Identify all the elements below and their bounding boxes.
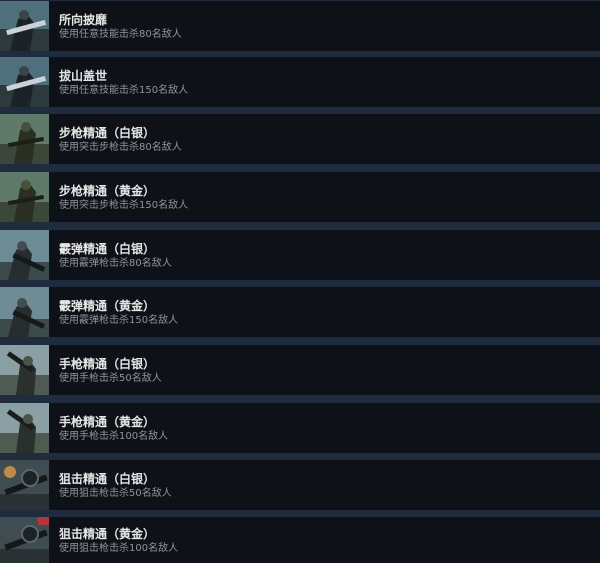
achievement-description: 使用霰弹枪击杀150名敌人 bbox=[59, 314, 179, 326]
achievement-description: 使用手枪击杀100名敌人 bbox=[59, 430, 169, 442]
machine-gunner-icon bbox=[0, 57, 49, 107]
shotgunner-icon bbox=[0, 287, 49, 337]
achievement-row[interactable]: 步枪精通（黄金） 使用突击步枪击杀150名敌人 bbox=[0, 172, 600, 222]
achievement-title: 步枪精通（黄金） bbox=[59, 183, 156, 198]
achievement-title: 狙击精通（黄金） bbox=[59, 526, 156, 541]
achievement-row[interactable]: 拔山盖世 使用任意技能击杀150名敌人 bbox=[0, 57, 600, 107]
achievement-list: 所向披靡 使用任意技能击杀80名敌人 拔山盖世 使用任意技能击杀150名敌人 步… bbox=[0, 0, 600, 563]
achievement-description: 使用狙击枪击杀50名敌人 bbox=[59, 487, 172, 499]
achievement-title: 霰弹精通（黄金） bbox=[59, 298, 156, 313]
achievement-row[interactable]: 霰弹精通（黄金） 使用霰弹枪击杀150名敌人 bbox=[0, 287, 600, 337]
achievement-row[interactable]: 所向披靡 使用任意技能击杀80名敌人 bbox=[0, 1, 600, 51]
achievement-title: 步枪精通（白银） bbox=[59, 125, 156, 140]
achievement-title: 所向披靡 bbox=[59, 12, 108, 27]
achievement-title: 拔山盖世 bbox=[59, 68, 108, 83]
achievement-title: 霰弹精通（白银） bbox=[59, 241, 156, 256]
pistol-soldier-icon bbox=[0, 345, 49, 395]
achievement-description: 使用狙击枪击杀100名敌人 bbox=[59, 542, 179, 554]
sniper-scope-icon bbox=[0, 460, 49, 510]
sniper-scope-icon bbox=[0, 517, 49, 563]
achievement-title: 手枪精通（白银） bbox=[59, 356, 156, 371]
shotgunner-icon bbox=[0, 230, 49, 280]
achievement-row[interactable]: 手枪精通（黄金） 使用手枪击杀100名敌人 bbox=[0, 403, 600, 453]
achievement-row[interactable]: 手枪精通（白银） 使用手枪击杀50名敌人 bbox=[0, 345, 600, 395]
achievement-description: 使用霰弹枪击杀80名敌人 bbox=[59, 257, 172, 269]
achievement-row[interactable]: 狙击精通（黄金） 使用狙击枪击杀100名敌人 bbox=[0, 517, 600, 563]
pistol-soldier-icon bbox=[0, 403, 49, 453]
achievement-description: 使用任意技能击杀80名敌人 bbox=[59, 28, 182, 40]
achievement-description: 使用手枪击杀50名敌人 bbox=[59, 372, 162, 384]
machine-gunner-icon bbox=[0, 1, 49, 51]
rifleman-icon bbox=[0, 114, 49, 164]
achievement-description: 使用任意技能击杀150名敌人 bbox=[59, 84, 189, 96]
achievement-row[interactable]: 霰弹精通（白银） 使用霰弹枪击杀80名敌人 bbox=[0, 230, 600, 280]
achievement-description: 使用突击步枪击杀80名敌人 bbox=[59, 141, 182, 153]
achievement-title: 手枪精通（黄金） bbox=[59, 414, 156, 429]
achievement-row[interactable]: 步枪精通（白银） 使用突击步枪击杀80名敌人 bbox=[0, 114, 600, 164]
achievement-row[interactable]: 狙击精通（白银） 使用狙击枪击杀50名敌人 bbox=[0, 460, 600, 510]
achievement-title: 狙击精通（白银） bbox=[59, 471, 156, 486]
rifleman-icon bbox=[0, 172, 49, 222]
achievement-description: 使用突击步枪击杀150名敌人 bbox=[59, 199, 189, 211]
